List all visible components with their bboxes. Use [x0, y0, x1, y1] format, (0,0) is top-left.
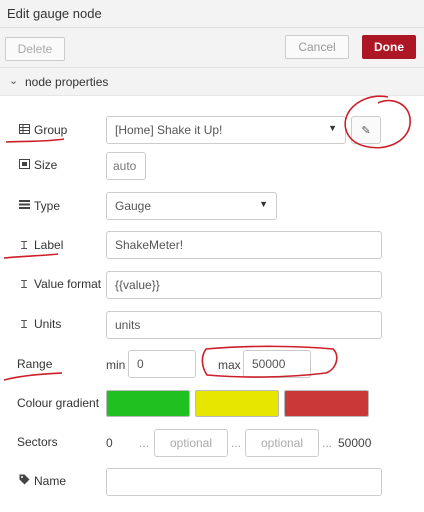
cancel-button[interactable]: Cancel [285, 35, 349, 59]
dropdown-arrow-icon: ▼ [328, 123, 337, 133]
text-cursor-icon: Ɪ [20, 318, 28, 331]
name-label-text: Name [34, 474, 67, 488]
range-max-input[interactable]: 50000 [243, 350, 311, 378]
section-label: node properties [25, 75, 109, 89]
value-format-input[interactable]: {{value}} [106, 271, 382, 299]
label-input-value: ShakeMeter! [115, 238, 184, 252]
resize-icon [17, 158, 31, 172]
dialog-titlebar: Edit gauge node [0, 0, 424, 28]
group-label: Group [17, 120, 67, 140]
label-label-text: Label [34, 238, 64, 252]
units-label: Ɪ Units [17, 314, 61, 334]
colour-swatch-low[interactable] [106, 390, 190, 417]
sectors-start: 0 [106, 436, 113, 450]
sectors-label: Sectors [17, 432, 58, 452]
colour-swatch-mid[interactable] [195, 390, 279, 417]
tag-icon [17, 474, 31, 488]
value-format-input-value: {{value}} [115, 278, 160, 292]
type-select[interactable]: Gauge ▼ [106, 192, 277, 220]
units-label-text: Units [34, 317, 62, 331]
units-input-value: units [115, 318, 141, 332]
text-cursor-icon: Ɪ [20, 239, 28, 252]
dialog-title: Edit gauge node [7, 6, 102, 21]
group-select-value: [Home] Shake it Up! [115, 123, 223, 137]
sectors-dots: ... [322, 436, 333, 450]
size-label: Size [17, 155, 57, 175]
label-label: Ɪ Label [17, 235, 63, 255]
sectors-label-text: Sectors [17, 435, 58, 449]
range-label-text: Range [17, 357, 53, 371]
value-format-label-text: Value format [34, 277, 102, 291]
dialog-toolbar: Delete Cancel Done [0, 28, 424, 68]
range-min-label: min [106, 358, 126, 372]
edit-group-button[interactable]: ✎ [351, 116, 381, 144]
label-input[interactable]: ShakeMeter! [106, 231, 382, 259]
delete-button[interactable]: Delete [5, 37, 65, 61]
size-value: auto [113, 159, 137, 173]
type-select-value: Gauge [115, 199, 152, 213]
type-label: Type [17, 196, 60, 216]
range-max-label: max [218, 358, 241, 372]
sectors-dots: ... [139, 436, 150, 450]
size-label-text: Size [34, 158, 58, 172]
sector-1-input[interactable]: optional [154, 429, 228, 457]
range-label: Range [17, 354, 52, 374]
text-cursor-icon: Ɪ [20, 278, 28, 291]
colour-gradient-label: Colour gradient [17, 393, 99, 413]
group-label-text: Group [34, 123, 68, 137]
type-label-text: Type [34, 199, 61, 213]
range-min-input[interactable]: 0 [128, 350, 196, 378]
range-max-value: 50000 [252, 357, 286, 371]
pencil-icon: ✎ [361, 124, 371, 137]
sector-2-placeholder: optional [260, 436, 304, 450]
value-format-label: Ɪ Value format [17, 274, 101, 294]
name-label: Name [17, 471, 66, 491]
sector-2-input[interactable]: optional [245, 429, 319, 457]
sector-1-placeholder: optional [169, 436, 213, 450]
group-select[interactable]: [Home] Shake it Up! ▼ [106, 116, 346, 144]
colour-gradient-label-text: Colour gradient [17, 396, 100, 410]
size-button[interactable]: auto [106, 152, 146, 180]
sectors-dots: ... [231, 436, 242, 450]
name-input[interactable] [106, 468, 382, 496]
sectors-end: 50000 [338, 436, 372, 450]
colour-swatch-high[interactable] [284, 390, 369, 417]
list-icon [17, 200, 31, 212]
done-button[interactable]: Done [362, 35, 416, 59]
section-node-properties[interactable]: ⌄ node properties [0, 68, 424, 96]
dropdown-arrow-icon: ▼ [259, 199, 268, 209]
chevron-down-icon: ⌄ [9, 75, 19, 87]
units-input[interactable]: units [106, 311, 382, 339]
underline-range [3, 372, 63, 381]
table-icon [17, 123, 31, 137]
range-min-value: 0 [137, 357, 144, 371]
